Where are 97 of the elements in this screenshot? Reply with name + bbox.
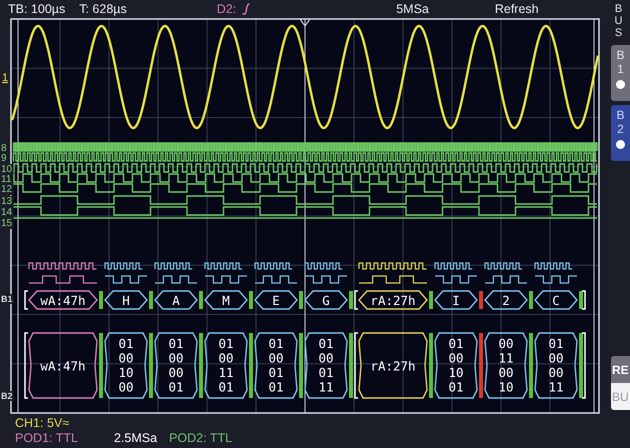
start-bracket bbox=[354, 332, 358, 399]
data-trace bbox=[255, 275, 297, 284]
channel-scale-readout: CH1: 5V≈ bbox=[15, 416, 70, 430]
stop-bracket bbox=[582, 332, 586, 399]
frame-value: 00 bbox=[498, 365, 514, 380]
trigger-time-readout: T: 628µs bbox=[79, 2, 127, 16]
channel-label: 13 bbox=[1, 196, 12, 207]
frame-value: 00 bbox=[448, 350, 464, 366]
data-trace bbox=[305, 275, 347, 284]
bus-label: B1 bbox=[1, 294, 13, 304]
channel-label: 14 bbox=[1, 207, 12, 218]
data-trace bbox=[205, 275, 247, 284]
start-bracket bbox=[24, 290, 28, 310]
clock-trace bbox=[104, 262, 143, 270]
frame-value: 11 bbox=[318, 380, 334, 394]
frame-value: 00 bbox=[168, 365, 184, 380]
frame-value: rA:27h bbox=[370, 293, 416, 308]
frame-value: 00 bbox=[118, 380, 134, 394]
rising-edge-icon bbox=[242, 3, 250, 15]
frame-value: A bbox=[172, 293, 180, 308]
bus-label: B2 bbox=[1, 391, 13, 401]
frame-value: 01 bbox=[268, 380, 284, 394]
status-readout: POD2: TTL bbox=[169, 430, 232, 444]
sample-rate-readout: 5MSa bbox=[396, 2, 429, 16]
channel-label: 11 bbox=[1, 174, 12, 185]
frame-value: M bbox=[222, 293, 230, 308]
data-trace bbox=[535, 275, 577, 284]
channel-label: 12 bbox=[1, 184, 12, 195]
clock-trace bbox=[254, 262, 293, 270]
frame-value: 10 bbox=[498, 380, 514, 394]
frame-value: rA:27h bbox=[370, 358, 416, 374]
frame-value: 00 bbox=[268, 350, 284, 366]
frame-value: 10 bbox=[118, 365, 134, 380]
clock-trace bbox=[534, 262, 573, 270]
status-readout: 2.5MSa bbox=[114, 430, 158, 444]
frame-value: 00 bbox=[218, 350, 234, 366]
clock-trace bbox=[434, 262, 473, 270]
frame-value: 01 bbox=[218, 380, 234, 394]
frame-value: 00 bbox=[548, 350, 564, 366]
clock-trace bbox=[304, 262, 343, 270]
frame-value: 2 bbox=[502, 293, 510, 308]
frame-value: 01 bbox=[548, 336, 564, 351]
channel-label: 9 bbox=[1, 153, 7, 164]
frame-value: 01 bbox=[168, 336, 184, 351]
frame-value: 01 bbox=[318, 365, 334, 380]
bus-button[interactable]: B2 bbox=[611, 105, 630, 162]
frame-value: 01 bbox=[218, 336, 234, 351]
acquisition-mode-label: Refresh bbox=[494, 2, 539, 16]
status-readout: POD1: TTL bbox=[15, 430, 78, 444]
frame-value: wA:47h bbox=[40, 358, 86, 374]
frame-value: 11 bbox=[218, 365, 234, 380]
timebase-readout: TB: 100µs bbox=[8, 2, 66, 16]
frame-value: 01 bbox=[318, 336, 334, 351]
channel-label: 10 bbox=[1, 164, 12, 175]
frame-value: 00 bbox=[548, 365, 564, 380]
clock-trace bbox=[484, 262, 523, 270]
data-trace bbox=[359, 275, 427, 284]
menu-button[interactable]: RE bbox=[611, 356, 630, 383]
frame-value: 01 bbox=[448, 380, 464, 394]
frame-value: 01 bbox=[268, 336, 284, 351]
channel-label: 1 bbox=[2, 72, 8, 84]
channel-label: 8 bbox=[1, 143, 7, 154]
start-bracket bbox=[24, 332, 28, 399]
channel-label: 15 bbox=[1, 218, 12, 229]
frame-value: 10 bbox=[448, 365, 464, 380]
start-bracket bbox=[354, 290, 358, 310]
stop-bracket bbox=[582, 290, 586, 310]
data-trace bbox=[29, 275, 97, 284]
data-trace bbox=[485, 275, 527, 284]
bus-button[interactable]: B1 bbox=[611, 45, 630, 102]
frame-value: 00 bbox=[118, 350, 134, 366]
clock-trace bbox=[28, 262, 98, 270]
clock-trace bbox=[204, 262, 243, 270]
dot-icon bbox=[616, 80, 625, 89]
frame-value: 00 bbox=[168, 350, 184, 366]
clock-trace bbox=[358, 262, 428, 270]
frame-value: 01 bbox=[118, 336, 134, 351]
menu-title: BUS bbox=[614, 3, 624, 40]
frame-value: 11 bbox=[498, 350, 514, 366]
clock-trace bbox=[154, 262, 193, 270]
frame-value: E bbox=[272, 293, 280, 308]
frame-value: 01 bbox=[448, 336, 464, 351]
frame-value: 01 bbox=[168, 380, 184, 394]
data-trace bbox=[155, 275, 197, 284]
dot-icon bbox=[616, 140, 625, 149]
frame-value: H bbox=[122, 293, 130, 308]
trigger-source-label: D2: bbox=[216, 2, 236, 16]
frame-value: 00 bbox=[318, 350, 334, 366]
frame-value: C bbox=[552, 293, 560, 308]
frame-value: 11 bbox=[548, 380, 564, 394]
frame-value: G bbox=[322, 293, 330, 308]
data-trace bbox=[435, 275, 477, 284]
frame-value: 00 bbox=[498, 336, 514, 351]
frame-value: 01 bbox=[268, 365, 284, 380]
data-trace bbox=[105, 275, 147, 284]
frame-value: I bbox=[452, 293, 460, 308]
frame-value: wA:47h bbox=[40, 293, 86, 308]
